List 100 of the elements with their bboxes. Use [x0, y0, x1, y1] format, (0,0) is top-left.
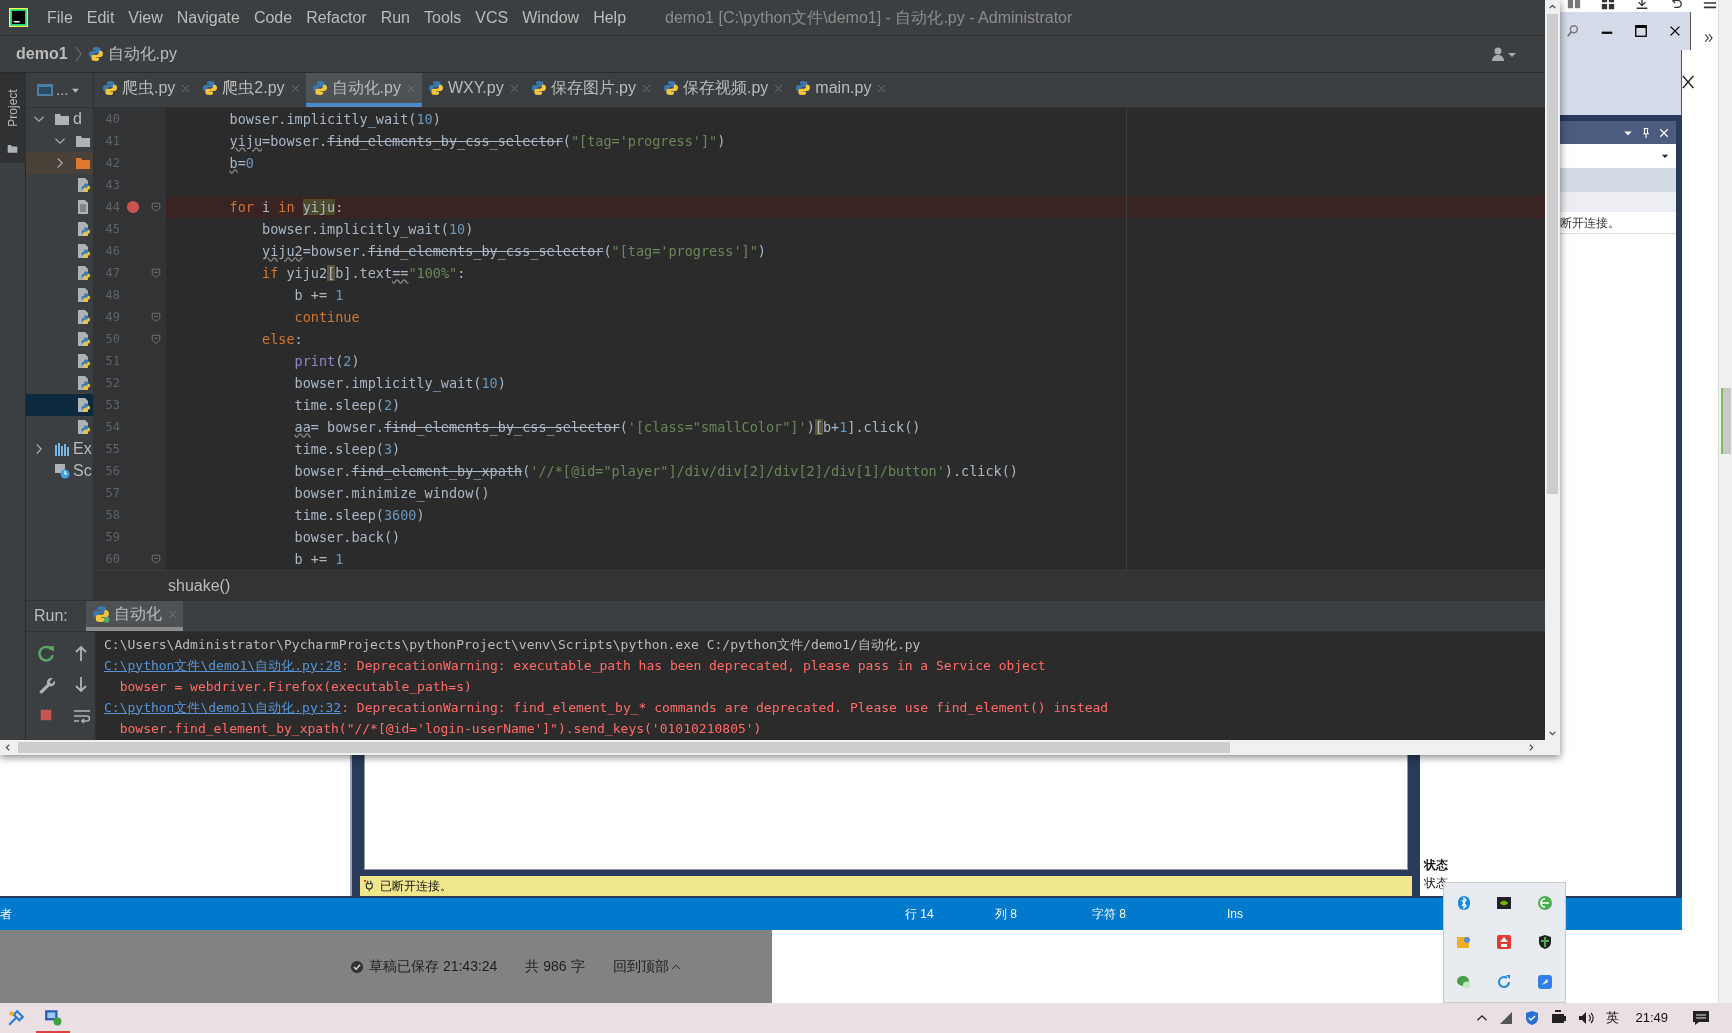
menu-item[interactable]: View: [121, 5, 170, 30]
file-link[interactable]: C:\python文件\demo1\自动化.py:28: [104, 655, 342, 676]
python-file-icon: [75, 265, 91, 281]
volume-icon[interactable]: [1578, 1010, 1597, 1026]
status-item: 列 8: [995, 907, 1017, 921]
menu-item[interactable]: Window: [515, 5, 587, 30]
scroll-left-icon[interactable]: [3, 743, 12, 752]
input-method-indicator[interactable]: 英: [1606, 1008, 1620, 1028]
fold-marker-icon[interactable]: [151, 554, 161, 564]
close-icon[interactable]: [1668, 24, 1682, 38]
graphics-card-icon[interactable]: [1496, 894, 1513, 911]
tab[interactable]: 保存视频.py: [657, 73, 790, 107]
code-line: time.sleep(3600): [293, 505, 425, 525]
fold-marker-icon[interactable]: [151, 202, 161, 212]
menu-item[interactable]: VCS: [468, 5, 516, 30]
wrench-icon[interactable]: [37, 676, 55, 694]
notification-icon[interactable]: [1692, 1009, 1710, 1027]
python-file-icon: [75, 243, 91, 259]
menu-item[interactable]: Navigate: [169, 5, 247, 30]
folder-icon: [75, 133, 91, 149]
scrollbar[interactable]: [0, 740, 1560, 755]
close-icon[interactable]: [1682, 74, 1696, 90]
double-chevron-icon[interactable]: [1703, 32, 1715, 44]
menu-item[interactable]: Edit: [79, 5, 122, 30]
bluetooth-icon[interactable]: [1456, 894, 1473, 911]
menu-item[interactable]: Help: [586, 5, 634, 30]
python-file-icon: [311, 80, 328, 96]
app-logo-icon[interactable]: [9, 8, 28, 27]
tree-item[interactable]: [26, 152, 93, 174]
maximize-icon[interactable]: [1634, 24, 1648, 38]
menu-item[interactable]: Run: [373, 5, 417, 30]
fold-marker-icon[interactable]: [151, 312, 161, 322]
close-icon[interactable]: [1658, 126, 1670, 139]
scrollbar[interactable]: [1545, 0, 1560, 740]
file-link[interactable]: C:\python文件\demo1\自动化.py:32: [104, 697, 342, 718]
fold-marker-icon[interactable]: [151, 334, 161, 344]
tab[interactable]: 保存图片.py: [524, 73, 657, 107]
menu-item[interactable]: Tools: [417, 5, 469, 30]
output-text: 断开连接。: [1560, 212, 1676, 234]
python-file-icon: [87, 46, 104, 62]
browser-icon[interactable]: [1536, 894, 1553, 911]
download-icon[interactable]: [1634, 0, 1650, 10]
console-text: bowser.find_element_by_xpath("//*[@id='login-userName']").send_keys('01010210805'): [118, 719, 762, 738]
search-icon[interactable]: [1566, 24, 1580, 38]
menu-item[interactable]: Refactor: [299, 5, 374, 30]
window-title: demo1 [C:\python文件\demo1] - 自动化.py - Administrator: [665, 7, 1073, 28]
menu-icon[interactable]: [1702, 0, 1718, 10]
stop-icon[interactable]: [39, 708, 53, 722]
python-file-icon: [75, 309, 91, 325]
arrow-down-icon[interactable]: [72, 676, 89, 694]
tree-item[interactable]: Sc: [26, 460, 93, 482]
wifi-icon[interactable]: [1498, 1010, 1515, 1026]
grid-icon[interactable]: [1600, 0, 1616, 10]
breakpoint-icon[interactable]: [126, 200, 140, 214]
tree-item[interactable]: Ex: [26, 438, 93, 460]
tab[interactable]: 爬虫2.py: [196, 73, 306, 107]
book-icon[interactable]: [1566, 0, 1582, 10]
chat-icon[interactable]: [1456, 974, 1473, 991]
tab[interactable]: main.py: [789, 73, 893, 107]
scrollbar[interactable]: [1718, 0, 1732, 1003]
back-to-top-link[interactable]: 回到顶部: [612, 956, 681, 977]
security-shield-icon[interactable]: [1536, 934, 1553, 951]
tree-item[interactable]: d: [26, 108, 93, 130]
battery-icon[interactable]: [1550, 1010, 1569, 1026]
code-line: time.sleep(2): [293, 395, 401, 415]
refresh-cloud-icon[interactable]: [1496, 974, 1513, 991]
python-file-icon: [663, 80, 679, 96]
tab[interactable]: 爬虫.py: [96, 73, 197, 107]
pin-icon[interactable]: [1640, 126, 1652, 139]
menu-item[interactable]: Code: [246, 5, 300, 30]
tree-item[interactable]: [26, 394, 93, 416]
code-line: for i in yiju:: [228, 197, 344, 217]
python-file-icon: [75, 419, 91, 435]
fold-marker-icon[interactable]: [151, 268, 161, 278]
code-line: b += 1: [293, 549, 344, 569]
check-circle-icon: [350, 959, 364, 974]
panel-title: Run:: [34, 606, 68, 626]
scroll-up-icon[interactable]: [1548, 2, 1557, 11]
menu-item[interactable]: File: [40, 5, 80, 30]
scroll-down-icon[interactable]: [1548, 729, 1557, 738]
tab[interactable]: 自动化: [85, 601, 183, 631]
library-icon: [54, 441, 70, 457]
soft-wrap-icon[interactable]: [71, 708, 90, 724]
property-heading: 状态: [1424, 857, 1449, 874]
code-line: bowser.implicitly_wait(10): [293, 373, 506, 394]
side-tab[interactable]: Project: [0, 73, 26, 143]
message-icon[interactable]: [1536, 974, 1553, 991]
python-file-icon: [530, 80, 547, 96]
scroll-right-icon[interactable]: [1527, 743, 1536, 752]
shield-icon[interactable]: [1524, 1010, 1541, 1026]
folder-icon: [54, 111, 70, 127]
breadcrumb-item[interactable]: demo1: [16, 42, 68, 66]
code-breadcrumb[interactable]: shuake(): [168, 573, 231, 598]
tab[interactable]: 自动化.py: [305, 73, 422, 107]
user-dropdown-icon[interactable]: [1491, 46, 1517, 62]
window-icon[interactable]: [36, 82, 54, 98]
clock[interactable]: 21:49: [1635, 1008, 1668, 1028]
rerun-icon[interactable]: [37, 644, 55, 662]
tab[interactable]: WXY.py: [421, 73, 525, 107]
breadcrumb-item[interactable]: 自动化.py: [87, 42, 177, 66]
